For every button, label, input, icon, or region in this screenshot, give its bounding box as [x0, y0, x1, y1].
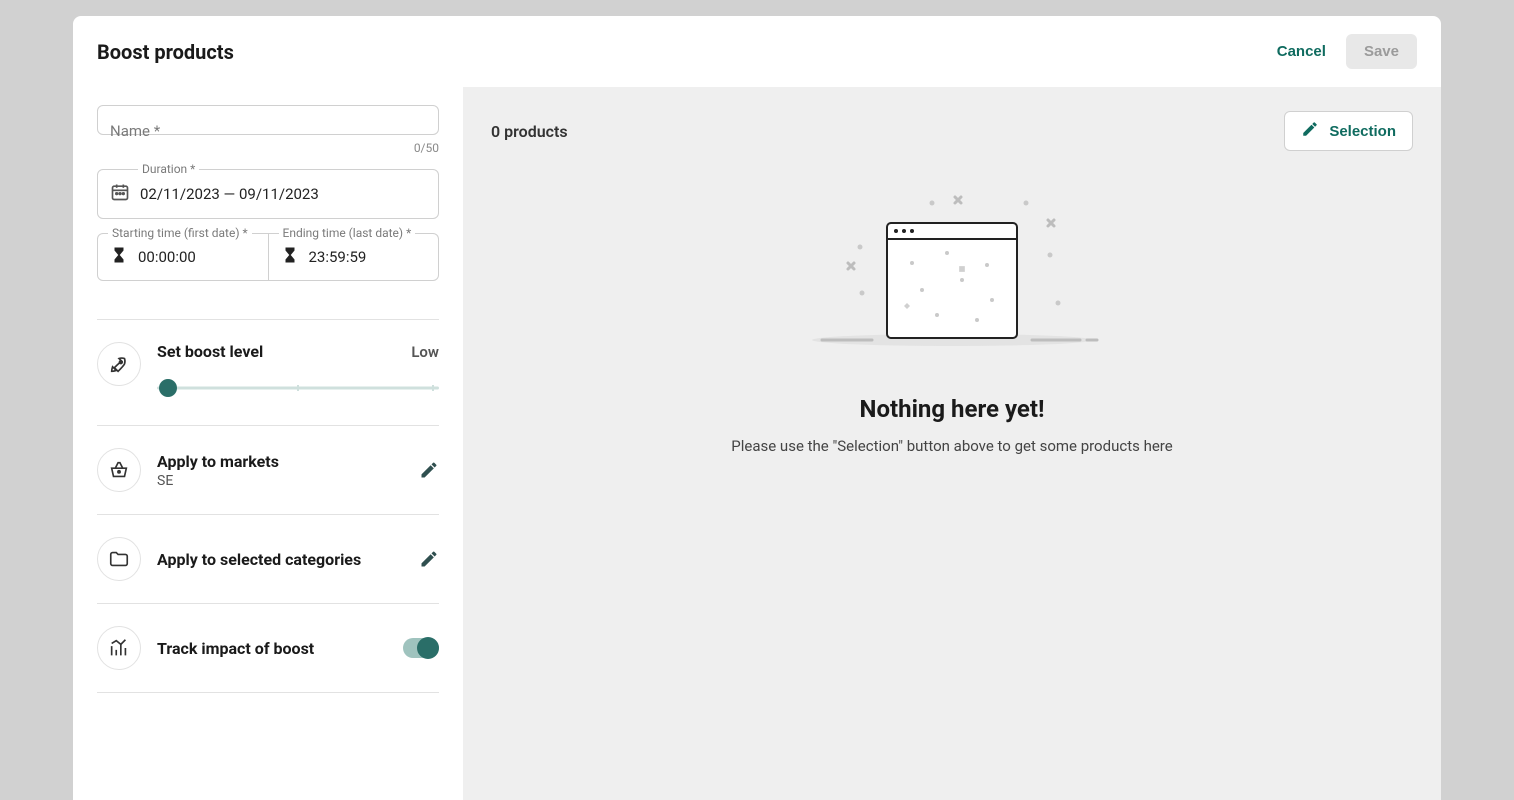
start-time-value: 00:00:00 [138, 248, 196, 266]
boost-head: Set boost level Low [157, 342, 439, 361]
edit-categories-button[interactable] [419, 549, 439, 569]
rocket-icon [97, 342, 141, 386]
empty-subtitle: Please use the "Selection" button above … [731, 437, 1172, 455]
slider-tick [432, 385, 434, 391]
duration-input[interactable]: Duration * 02/11/2023 — 09/11/2023 [97, 169, 439, 219]
name-field-group: Name * 0/50 [97, 105, 439, 155]
product-count: 0 products [491, 122, 568, 141]
markets-text: Apply to markets SE [157, 452, 403, 489]
track-text: Track impact of boost [157, 639, 387, 658]
modal-header: Boost products Cancel Save [73, 16, 1441, 87]
folder-icon [97, 537, 141, 581]
basket-icon [97, 448, 141, 492]
form-panel: Name * 0/50 Duration * 02/11/2023 — 09/1… [73, 87, 463, 800]
track-title: Track impact of boost [157, 639, 387, 658]
duration-field-group: Duration * 02/11/2023 — 09/11/2023 [97, 169, 439, 219]
categories-section: Apply to selected categories [97, 515, 439, 604]
selection-button[interactable]: Selection [1284, 111, 1413, 151]
pencil-icon [1301, 120, 1319, 142]
boost-level-value: Low [411, 343, 439, 361]
markets-section: Apply to markets SE [97, 426, 439, 515]
start-time-label: Starting time (first date) * [108, 226, 252, 240]
markets-title: Apply to markets [157, 452, 403, 471]
slider-tick [297, 385, 299, 391]
empty-state: Nothing here yet! Please use the "Select… [491, 185, 1413, 455]
duration-label: Duration * [138, 162, 199, 176]
duration-value: 02/11/2023 — 09/11/2023 [140, 185, 319, 203]
products-panel: 0 products Selection [463, 87, 1441, 800]
boost-body: Set boost level Low [157, 342, 439, 397]
toggle-knob [417, 637, 439, 659]
header-actions: Cancel Save [1277, 34, 1417, 69]
empty-title: Nothing here yet! [860, 395, 1045, 423]
boost-level-section: Set boost level Low [97, 320, 439, 426]
boost-title: Set boost level [157, 342, 263, 361]
cancel-button[interactable]: Cancel [1277, 43, 1326, 60]
end-time-value: 23:59:59 [309, 248, 367, 266]
categories-title: Apply to selected categories [157, 550, 403, 569]
track-toggle[interactable] [403, 638, 439, 658]
boost-slider[interactable] [157, 379, 439, 397]
start-time-input[interactable]: Starting time (first date) * 00:00:00 [97, 233, 269, 281]
edit-markets-button[interactable] [419, 460, 439, 480]
hourglass-icon [281, 246, 299, 268]
slider-thumb[interactable] [159, 379, 177, 397]
chart-icon [97, 626, 141, 670]
end-time-input[interactable]: Ending time (last date) * 23:59:59 [269, 233, 440, 281]
markets-value: SE [157, 473, 403, 489]
boost-products-modal: Boost products Cancel Save Name * 0/50 D… [73, 16, 1441, 800]
save-button[interactable]: Save [1346, 34, 1417, 69]
calendar-icon [110, 182, 130, 206]
name-label: Name * [110, 122, 160, 140]
end-time-label: Ending time (last date) * [279, 226, 416, 240]
name-char-count: 0/50 [97, 141, 439, 155]
modal-body: Name * 0/50 Duration * 02/11/2023 — 09/1… [73, 87, 1441, 800]
modal-title: Boost products [97, 40, 234, 64]
products-header: 0 products Selection [491, 111, 1413, 151]
empty-illustration [802, 185, 1102, 365]
categories-text: Apply to selected categories [157, 550, 403, 569]
track-impact-section: Track impact of boost [97, 604, 439, 693]
hourglass-icon [110, 246, 128, 268]
selection-label: Selection [1329, 123, 1396, 140]
time-field-group: Starting time (first date) * 00:00:00 En… [97, 233, 439, 281]
name-input[interactable]: Name * [97, 105, 439, 135]
